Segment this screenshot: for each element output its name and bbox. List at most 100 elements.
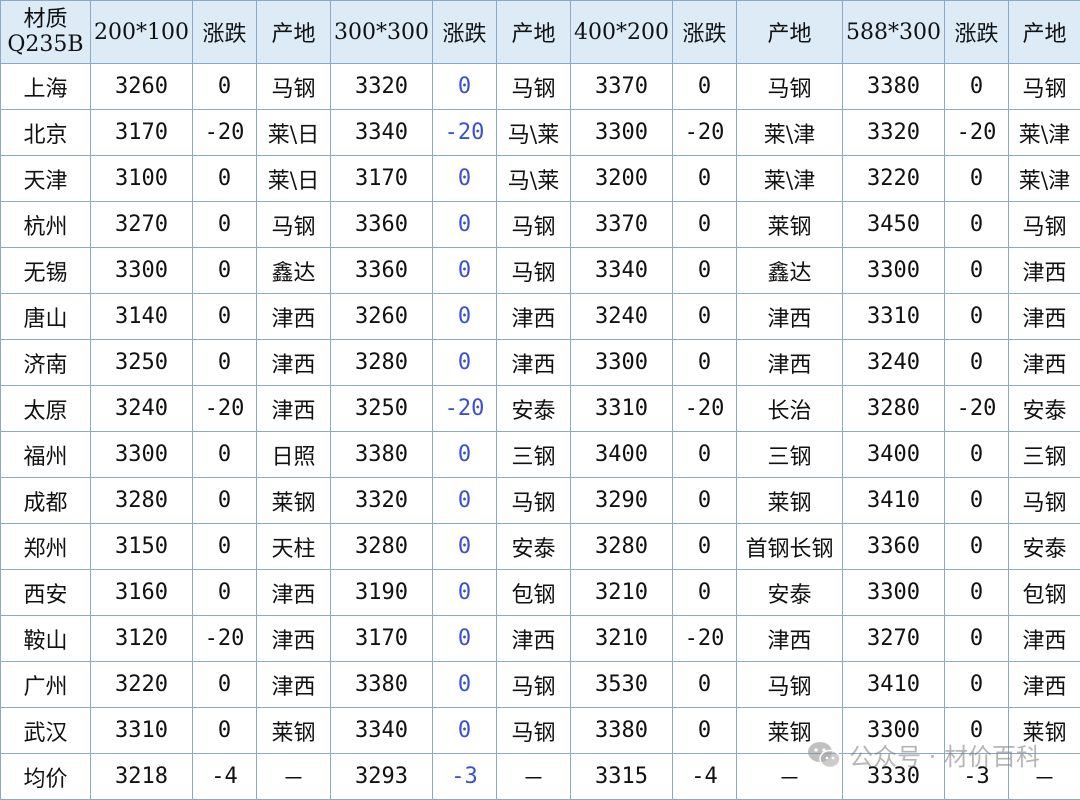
origin-cell: 津西 — [256, 385, 331, 432]
price-cell: 3360 — [330, 201, 433, 248]
city-cell: 太原 — [0, 385, 91, 432]
change-cell: -3 — [432, 753, 497, 800]
price-cell: 3300 — [90, 247, 193, 294]
change-cell: 0 — [192, 339, 257, 386]
origin-cell: 安泰 — [736, 569, 843, 616]
table-row: 太原 3240 -20 津西 3250 -20 安泰 3310 -20 长治 3280 -20 安泰 — [0, 385, 1080, 432]
price-cell: 3240 — [842, 339, 945, 386]
change-cell: 0 — [672, 523, 737, 570]
origin-cell: 首钢长钢 — [736, 523, 843, 570]
price-cell: 3400 — [842, 431, 945, 478]
price-cell: 3410 — [842, 661, 945, 708]
price-cell: 3340 — [330, 707, 433, 754]
change-cell: 0 — [192, 63, 257, 110]
table-row: 成都 3280 0 莱钢 3320 0 马钢 3290 0 莱钢 3410 0 马钢 — [0, 477, 1080, 524]
origin-cell: 莱\津 — [1008, 155, 1080, 202]
origin-cell: － — [736, 753, 843, 800]
change-cell: 0 — [432, 293, 497, 340]
change-cell: 0 — [432, 431, 497, 478]
price-cell: 3450 — [842, 201, 945, 248]
change-cell: 0 — [192, 431, 257, 478]
change-cell: 0 — [944, 477, 1009, 524]
city-cell: 鞍山 — [0, 615, 91, 662]
change-cell: 0 — [944, 63, 1009, 110]
price-cell: 3300 — [842, 707, 945, 754]
price-cell: 3380 — [330, 431, 433, 478]
origin-cell: 鑫达 — [256, 247, 331, 294]
price-cell: 3380 — [570, 707, 673, 754]
price-cell: 3140 — [90, 293, 193, 340]
spec-header: 400*200 — [570, 0, 673, 64]
price-cell: 3210 — [570, 615, 673, 662]
city-cell: 福州 — [0, 431, 91, 478]
price-cell: 3290 — [570, 477, 673, 524]
origin-cell: 安泰 — [1008, 523, 1080, 570]
change-cell: 0 — [192, 293, 257, 340]
origin-header: 产地 — [496, 0, 571, 64]
price-cell: 3300 — [842, 569, 945, 616]
change-cell: 0 — [672, 569, 737, 616]
origin-cell: 马钢 — [256, 201, 331, 248]
origin-cell: 三钢 — [496, 431, 571, 478]
price-cell: 3270 — [90, 201, 193, 248]
origin-cell: 莱钢 — [256, 477, 331, 524]
origin-cell: － — [496, 753, 571, 800]
price-cell: 3280 — [90, 477, 193, 524]
spec-header: 300*300 — [330, 0, 433, 64]
change-cell: 0 — [192, 523, 257, 570]
origin-cell: 莱钢 — [1008, 707, 1080, 754]
change-cell: 0 — [432, 63, 497, 110]
change-cell: 0 — [432, 615, 497, 662]
change-cell: 0 — [432, 155, 497, 202]
origin-cell: 马\莱 — [496, 109, 571, 156]
price-cell: 3330 — [842, 753, 945, 800]
table-row: 无锡 3300 0 鑫达 3360 0 马钢 3340 0 鑫达 3300 0 津西 — [0, 247, 1080, 294]
price-cell: 3310 — [570, 385, 673, 432]
table-row: 上海 3260 0 马钢 3320 0 马钢 3370 0 马钢 3380 0 马钢 — [0, 63, 1080, 110]
origin-cell: 三钢 — [1008, 431, 1080, 478]
price-cell: 3280 — [570, 523, 673, 570]
change-cell: 0 — [672, 431, 737, 478]
change-cell: 0 — [192, 569, 257, 616]
price-cell: 3240 — [570, 293, 673, 340]
change-cell: 0 — [192, 707, 257, 754]
table-row: 杭州 3270 0 马钢 3360 0 马钢 3370 0 莱钢 3450 0 马钢 — [0, 201, 1080, 248]
price-cell: 3220 — [842, 155, 945, 202]
change-cell: 0 — [192, 661, 257, 708]
change-cell: 0 — [192, 477, 257, 524]
change-cell: -20 — [432, 109, 497, 156]
origin-cell: 长治 — [736, 385, 843, 432]
change-cell: 0 — [432, 339, 497, 386]
origin-header: 产地 — [1008, 0, 1080, 64]
price-cell: 3310 — [842, 293, 945, 340]
price-cell: 3160 — [90, 569, 193, 616]
origin-cell: 莱钢 — [736, 707, 843, 754]
price-cell: 3220 — [90, 661, 193, 708]
city-cell: 唐山 — [0, 293, 91, 340]
change-cell: -20 — [944, 385, 1009, 432]
table-row: 北京 3170 -20 莱\日 3340 -20 马\莱 3300 -20 莱\津 3320 -20 莱… — [0, 109, 1080, 156]
city-cell: 杭州 — [0, 201, 91, 248]
price-cell: 3270 — [842, 615, 945, 662]
price-cell: 3340 — [330, 109, 433, 156]
origin-cell: 莱\津 — [736, 155, 843, 202]
price-table: 材质 Q235B 200*100 涨跌 产地 300*300 涨跌 产地 400*200 涨跌… — [0, 0, 1080, 800]
change-cell: 0 — [944, 615, 1009, 662]
change-cell: 0 — [672, 339, 737, 386]
price-cell: 3300 — [90, 431, 193, 478]
origin-cell: 马钢 — [1008, 477, 1080, 524]
change-cell: -20 — [672, 615, 737, 662]
change-cell: 0 — [672, 247, 737, 294]
price-cell: 3218 — [90, 753, 193, 800]
origin-cell: 三钢 — [736, 431, 843, 478]
price-cell: 3530 — [570, 661, 673, 708]
origin-cell: 津西 — [1008, 247, 1080, 294]
origin-cell: 马钢 — [736, 63, 843, 110]
change-cell: 0 — [944, 201, 1009, 248]
price-cell: 3120 — [90, 615, 193, 662]
material-label: 材质 — [23, 6, 68, 32]
change-cell: -20 — [672, 109, 737, 156]
origin-cell: 莱\日 — [256, 109, 331, 156]
origin-cell: 津西 — [736, 615, 843, 662]
city-cell: 广州 — [0, 661, 91, 708]
